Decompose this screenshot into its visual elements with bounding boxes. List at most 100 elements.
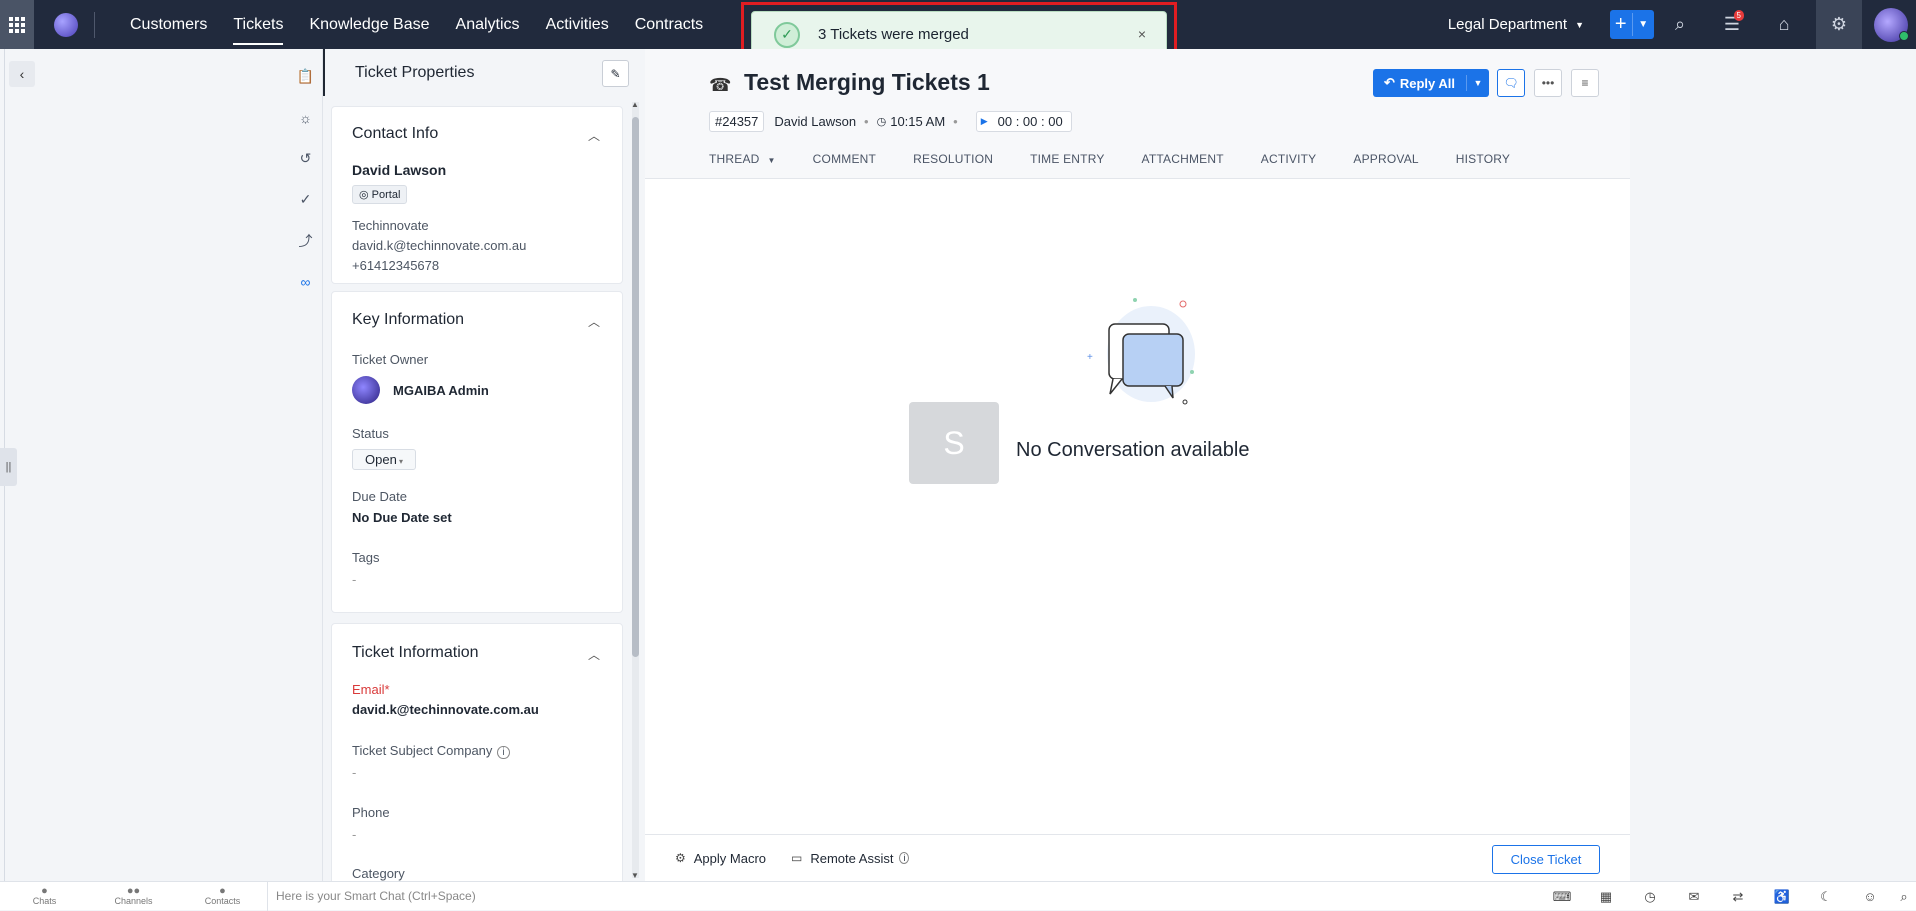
contact-phone[interactable]: +61412345678	[352, 258, 439, 273]
smart-chat-input[interactable]: Here is your Smart Chat (Ctrl+Space)	[267, 881, 476, 911]
nav-knowledge-base[interactable]: Knowledge Base	[296, 0, 442, 49]
chevron-up-icon[interactable]: ︿	[588, 127, 600, 144]
bulb-icon[interactable]: ☼	[288, 97, 323, 138]
main-nav: Customers Tickets Knowledge Base Analyti…	[117, 0, 716, 49]
channels-label: Channels	[114, 896, 153, 906]
tab-time-entry[interactable]: TIME ENTRY	[1030, 152, 1104, 166]
status-dropdown[interactable]: Open ▾	[352, 449, 417, 470]
more-options-icon[interactable]: •••	[1534, 69, 1562, 97]
history-icon[interactable]: ↺	[288, 138, 323, 179]
section-heading: Ticket Information	[352, 644, 479, 661]
subject-company-value[interactable]: -	[352, 765, 356, 780]
search-icon[interactable]: ⌕	[1654, 0, 1706, 49]
properties-panel: Contact Info ︿ David Lawson ◎ Portal Tec…	[323, 96, 645, 881]
tab-thread[interactable]: THREAD ▼	[709, 152, 776, 166]
brand-logo[interactable]	[54, 12, 78, 37]
panel-resize-handle[interactable]: ||	[0, 448, 17, 486]
close-icon[interactable]: ×	[1138, 26, 1146, 42]
check-circle-icon[interactable]: ✓	[288, 179, 323, 220]
marketplace-icon[interactable]: ⌂	[1758, 0, 1810, 49]
email-value[interactable]: david.k@techinnovate.com.au	[352, 702, 539, 717]
chevron-down-icon[interactable]: ▼	[1633, 19, 1655, 30]
accessibility-icon[interactable]: ♿	[1760, 889, 1804, 905]
status-value: Open	[365, 452, 397, 467]
notifications-icon[interactable]: ☰ 5	[1706, 0, 1758, 49]
contacts-button[interactable]: ● Contacts	[178, 886, 267, 907]
play-icon[interactable]: ▶	[981, 116, 988, 127]
scrollbar-thumb[interactable]	[632, 117, 639, 657]
tab-attachment[interactable]: ATTACHMENT	[1142, 152, 1224, 166]
contact-email[interactable]: david.k@techinnovate.com.au	[352, 238, 526, 253]
tab-approval[interactable]: APPROVAL	[1353, 152, 1418, 166]
channel-label: Portal	[371, 189, 401, 201]
ticket-id[interactable]: #24357	[709, 111, 765, 132]
separator: •	[864, 114, 869, 129]
close-ticket-button[interactable]: Close Ticket	[1492, 845, 1600, 874]
feedback-icon[interactable]: ☺	[1848, 889, 1892, 904]
tags-value[interactable]: -	[352, 572, 356, 587]
tab-comment[interactable]: COMMENT	[813, 152, 876, 166]
plus-icon[interactable]: +	[1610, 13, 1633, 36]
reply-all-main[interactable]: ↶ Reply All	[1373, 75, 1467, 91]
status-label: Status	[352, 426, 389, 441]
nav-contracts[interactable]: Contracts	[622, 0, 716, 49]
toast-message: 3 Tickets were merged	[818, 26, 969, 43]
phone-value[interactable]: -	[352, 827, 356, 842]
apply-macro-button[interactable]: ⚙ Apply Macro	[675, 851, 766, 866]
apply-macro-label: Apply Macro	[693, 850, 767, 866]
macro-icon: ⚙	[675, 851, 686, 865]
clock-icon: ◷	[876, 116, 887, 128]
calendar-icon[interactable]: ▦	[1584, 889, 1628, 905]
chevron-down-icon[interactable]: ▼	[1467, 78, 1489, 88]
phone-label: Phone	[352, 805, 390, 820]
ticket-properties-icon[interactable]: 📋	[288, 56, 323, 97]
back-button[interactable]: ‹	[9, 61, 35, 87]
tab-resolution[interactable]: RESOLUTION	[913, 152, 993, 166]
nav-tickets[interactable]: Tickets	[220, 0, 296, 49]
chats-label: Chats	[32, 896, 57, 906]
remote-assist-button[interactable]: ▭ Remote Assist i	[791, 851, 910, 866]
chevron-up-icon[interactable]: ︿	[588, 646, 600, 663]
new-item-button[interactable]: + ▼	[1610, 10, 1654, 39]
dark-mode-icon[interactable]: ☾	[1804, 889, 1848, 905]
subject-company-text: Ticket Subject Company	[352, 743, 493, 758]
scroll-up-icon[interactable]: ▲	[631, 100, 639, 109]
comment-icon[interactable]: 🗨	[1497, 69, 1525, 97]
share-icon[interactable]: ⤴	[288, 220, 323, 261]
announcement-icon[interactable]: ✉	[1672, 889, 1716, 905]
contact-name[interactable]: David Lawson	[352, 162, 446, 178]
ticket-title[interactable]: Test Merging Tickets 1	[744, 69, 990, 96]
svg-text:+: +	[1087, 352, 1093, 363]
layers-icon[interactable]: ≡	[1571, 69, 1599, 97]
chats-button[interactable]: ● Chats	[0, 886, 89, 907]
ticket-timer[interactable]: ▶ 00 : 00 : 00	[975, 111, 1072, 132]
app-grid-button[interactable]	[0, 0, 34, 49]
user-avatar[interactable]	[1874, 7, 1909, 42]
chevron-up-icon[interactable]: ︿	[588, 313, 600, 330]
info-icon[interactable]: i	[899, 852, 910, 864]
share-screen-icon[interactable]: ⇄	[1716, 889, 1760, 905]
tab-activity[interactable]: ACTIVITY	[1261, 152, 1317, 166]
info-icon[interactable]: i	[497, 746, 510, 759]
due-date-value[interactable]: No Due Date set	[352, 510, 452, 525]
ticket-contact[interactable]: David Lawson	[774, 114, 856, 129]
key-information-card: Key Information ︿ Ticket Owner MGAIBA Ad…	[331, 291, 623, 613]
properties-title: Ticket Properties	[355, 63, 475, 81]
nav-activities[interactable]: Activities	[533, 0, 622, 49]
keyboard-icon[interactable]: ⌨	[1540, 889, 1584, 905]
owner-name[interactable]: MGAIBA Admin	[393, 383, 489, 398]
nav-analytics[interactable]: Analytics	[443, 0, 533, 49]
tab-label: THREAD	[709, 152, 760, 166]
channels-button[interactable]: ●● Channels	[89, 886, 178, 907]
search-icon[interactable]: ⌕	[1892, 889, 1916, 905]
edit-icon[interactable]: ✎	[602, 60, 629, 87]
clock-icon[interactable]: ◷	[1628, 889, 1672, 905]
department-switcher[interactable]: Legal Department ▼	[1448, 16, 1584, 33]
scroll-down-icon[interactable]: ▼	[631, 871, 639, 880]
properties-scrollbar[interactable]: ▲ ▼	[631, 100, 639, 880]
reply-all-button[interactable]: ↶ Reply All ▼	[1373, 69, 1489, 97]
link-icon[interactable]: ∞	[288, 261, 323, 302]
gear-icon[interactable]: ⚙	[1816, 0, 1862, 49]
tab-history[interactable]: HISTORY	[1456, 152, 1510, 166]
nav-customers[interactable]: Customers	[117, 0, 220, 49]
